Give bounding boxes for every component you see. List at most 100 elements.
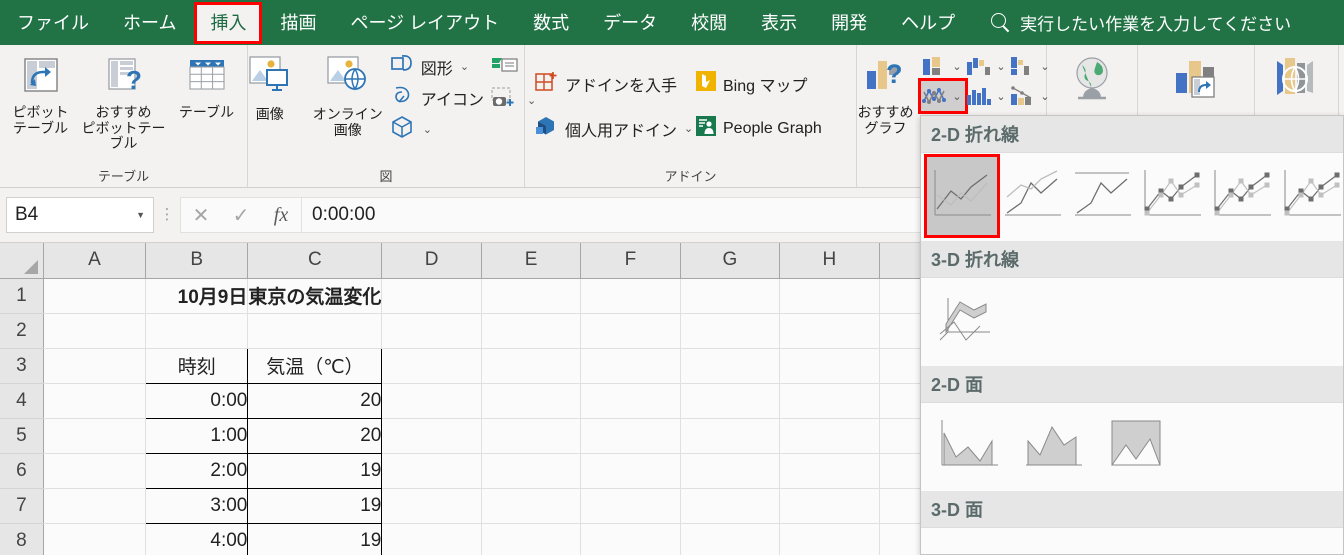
cell-E1[interactable] bbox=[481, 278, 582, 314]
cell-B8[interactable]: 4:00 bbox=[145, 522, 249, 555]
icons-button[interactable]: アイコン bbox=[387, 82, 487, 113]
cell-A6[interactable] bbox=[43, 453, 147, 489]
cell-E7[interactable] bbox=[481, 488, 582, 524]
cell-G3[interactable] bbox=[680, 348, 781, 384]
column-header-A[interactable]: A bbox=[43, 243, 147, 279]
cancel-icon[interactable]: ✕ bbox=[181, 203, 221, 228]
cell-A1[interactable] bbox=[43, 278, 147, 314]
ribbon-tab-0[interactable]: ファイル bbox=[3, 4, 103, 42]
chevron-down-icon[interactable]: ⌄ bbox=[458, 60, 471, 73]
cell-G8[interactable] bbox=[680, 523, 781, 555]
bing-maps-button[interactable]: Bing マップ bbox=[691, 67, 850, 100]
cell-C2[interactable] bbox=[247, 313, 383, 349]
cell-H1[interactable] bbox=[779, 278, 880, 314]
row-header-5[interactable]: 5 bbox=[0, 418, 44, 454]
ribbon-tab-1[interactable]: ホーム bbox=[109, 4, 190, 42]
ribbon-tab-4[interactable]: ページ レイアウト bbox=[336, 4, 513, 42]
pictures-button[interactable]: 画像 bbox=[231, 49, 309, 127]
online-pictures-button[interactable]: オンライン 画像 bbox=[309, 49, 387, 142]
cell-H3[interactable] bbox=[779, 348, 880, 384]
gallery-item-100-stacked-area[interactable] bbox=[1095, 407, 1179, 485]
cell-E2[interactable] bbox=[481, 313, 582, 349]
people-graph-button[interactable]: People Graph bbox=[691, 112, 850, 145]
cell-F3[interactable] bbox=[580, 348, 681, 384]
cell-A8[interactable] bbox=[43, 523, 147, 555]
cell-F1[interactable] bbox=[580, 278, 681, 314]
waterfall-chart-button[interactable]: ⌄ bbox=[965, 51, 1009, 81]
row-header-1[interactable]: 1 bbox=[0, 278, 44, 314]
row-header-7[interactable]: 7 bbox=[0, 488, 44, 524]
cell-B7[interactable]: 3:00 bbox=[145, 487, 249, 524]
insert-function-icon[interactable]: fx bbox=[261, 204, 301, 227]
cell-G1[interactable] bbox=[680, 278, 781, 314]
row-header-6[interactable]: 6 bbox=[0, 453, 44, 489]
ribbon-tab-10[interactable]: ヘルプ bbox=[887, 4, 969, 42]
cell-D6[interactable] bbox=[381, 453, 482, 489]
cell-E3[interactable] bbox=[481, 348, 582, 384]
gallery-item-line[interactable] bbox=[924, 154, 1000, 238]
tell-me-box[interactable]: 実行したい作業を入力してください bbox=[990, 10, 1291, 35]
row-header-8[interactable]: 8 bbox=[0, 523, 44, 555]
cell-B1[interactable]: 10月9日 bbox=[145, 278, 249, 314]
cell-D5[interactable] bbox=[381, 418, 482, 454]
column-header-D[interactable]: D bbox=[381, 243, 482, 279]
cell-A3[interactable] bbox=[43, 348, 147, 384]
chevron-down-icon[interactable]: ⌄ bbox=[950, 60, 963, 73]
cell-A7[interactable] bbox=[43, 488, 147, 524]
histogram-chart-button[interactable]: ⌄ bbox=[965, 81, 1009, 111]
cell-A2[interactable] bbox=[43, 313, 147, 349]
cell-G5[interactable] bbox=[680, 418, 781, 454]
scatter-chart-button[interactable]: ⌄ bbox=[1009, 81, 1053, 111]
cell-G6[interactable] bbox=[680, 453, 781, 489]
cell-H4[interactable] bbox=[779, 383, 880, 419]
cell-D7[interactable] bbox=[381, 488, 482, 524]
cell-A4[interactable] bbox=[43, 383, 147, 419]
my-addins-button[interactable]: 個人用アドイン ⌄ bbox=[531, 112, 693, 145]
formula-bar-handle[interactable]: ⋮ bbox=[154, 207, 180, 221]
cell-E6[interactable] bbox=[481, 453, 582, 489]
ribbon-tab-9[interactable]: 開発 bbox=[817, 4, 881, 42]
column-header-H[interactable]: H bbox=[779, 243, 880, 279]
3d-models-button[interactable]: ⌄ bbox=[387, 113, 487, 146]
ribbon-tab-7[interactable]: 校閲 bbox=[677, 4, 741, 42]
cell-B6[interactable]: 2:00 bbox=[145, 452, 249, 489]
bar-chart-button[interactable]: ⌄ bbox=[1009, 51, 1053, 81]
column-header-B[interactable]: B bbox=[145, 243, 249, 279]
ribbon-tab-6[interactable]: データ bbox=[589, 4, 671, 42]
cell-F6[interactable] bbox=[580, 453, 681, 489]
cell-B2[interactable] bbox=[145, 313, 249, 349]
cell-C1[interactable]: 東京の気温変化 bbox=[247, 278, 383, 314]
cell-C3[interactable]: 気温（℃） bbox=[247, 347, 383, 384]
cell-D8[interactable] bbox=[381, 523, 482, 555]
cell-H8[interactable] bbox=[779, 523, 880, 555]
recommended-charts-button[interactable]: ? おすすめ グラフ bbox=[851, 49, 921, 140]
column-header-F[interactable]: F bbox=[580, 243, 681, 279]
gallery-item-stacked-line-with-markers[interactable] bbox=[1207, 157, 1277, 235]
select-all-corner[interactable] bbox=[0, 243, 44, 279]
cell-D1[interactable] bbox=[381, 278, 482, 314]
pivot-table-button[interactable]: ピボット テーブル bbox=[2, 49, 80, 140]
cell-E8[interactable] bbox=[481, 523, 582, 555]
enter-icon[interactable]: ✓ bbox=[221, 203, 261, 228]
get-addins-button[interactable]: アドインを入手 bbox=[531, 67, 691, 100]
column-chart-button[interactable]: ⌄ bbox=[921, 51, 965, 81]
cell-H5[interactable] bbox=[779, 418, 880, 454]
cell-G2[interactable] bbox=[680, 313, 781, 349]
cell-D2[interactable] bbox=[381, 313, 482, 349]
cell-C6[interactable]: 19 bbox=[247, 452, 383, 489]
cell-E5[interactable] bbox=[481, 418, 582, 454]
cell-D4[interactable] bbox=[381, 383, 482, 419]
row-header-3[interactable]: 3 bbox=[0, 348, 44, 384]
cell-D3[interactable] bbox=[381, 348, 482, 384]
gallery-item-stacked-line[interactable] bbox=[997, 157, 1067, 235]
cell-C8[interactable]: 19 bbox=[247, 522, 383, 555]
gallery-item-3d-line[interactable] bbox=[927, 282, 1011, 360]
ribbon-tab-3[interactable]: 描画 bbox=[266, 4, 330, 42]
cell-H2[interactable] bbox=[779, 313, 880, 349]
column-header-G[interactable]: G bbox=[680, 243, 781, 279]
cell-H6[interactable] bbox=[779, 453, 880, 489]
line-chart-button[interactable]: ⌄ bbox=[917, 78, 968, 114]
cell-B3[interactable]: 時刻 bbox=[145, 347, 249, 384]
chevron-down-icon[interactable]: ⌄ bbox=[994, 90, 1007, 103]
cell-H7[interactable] bbox=[779, 488, 880, 524]
